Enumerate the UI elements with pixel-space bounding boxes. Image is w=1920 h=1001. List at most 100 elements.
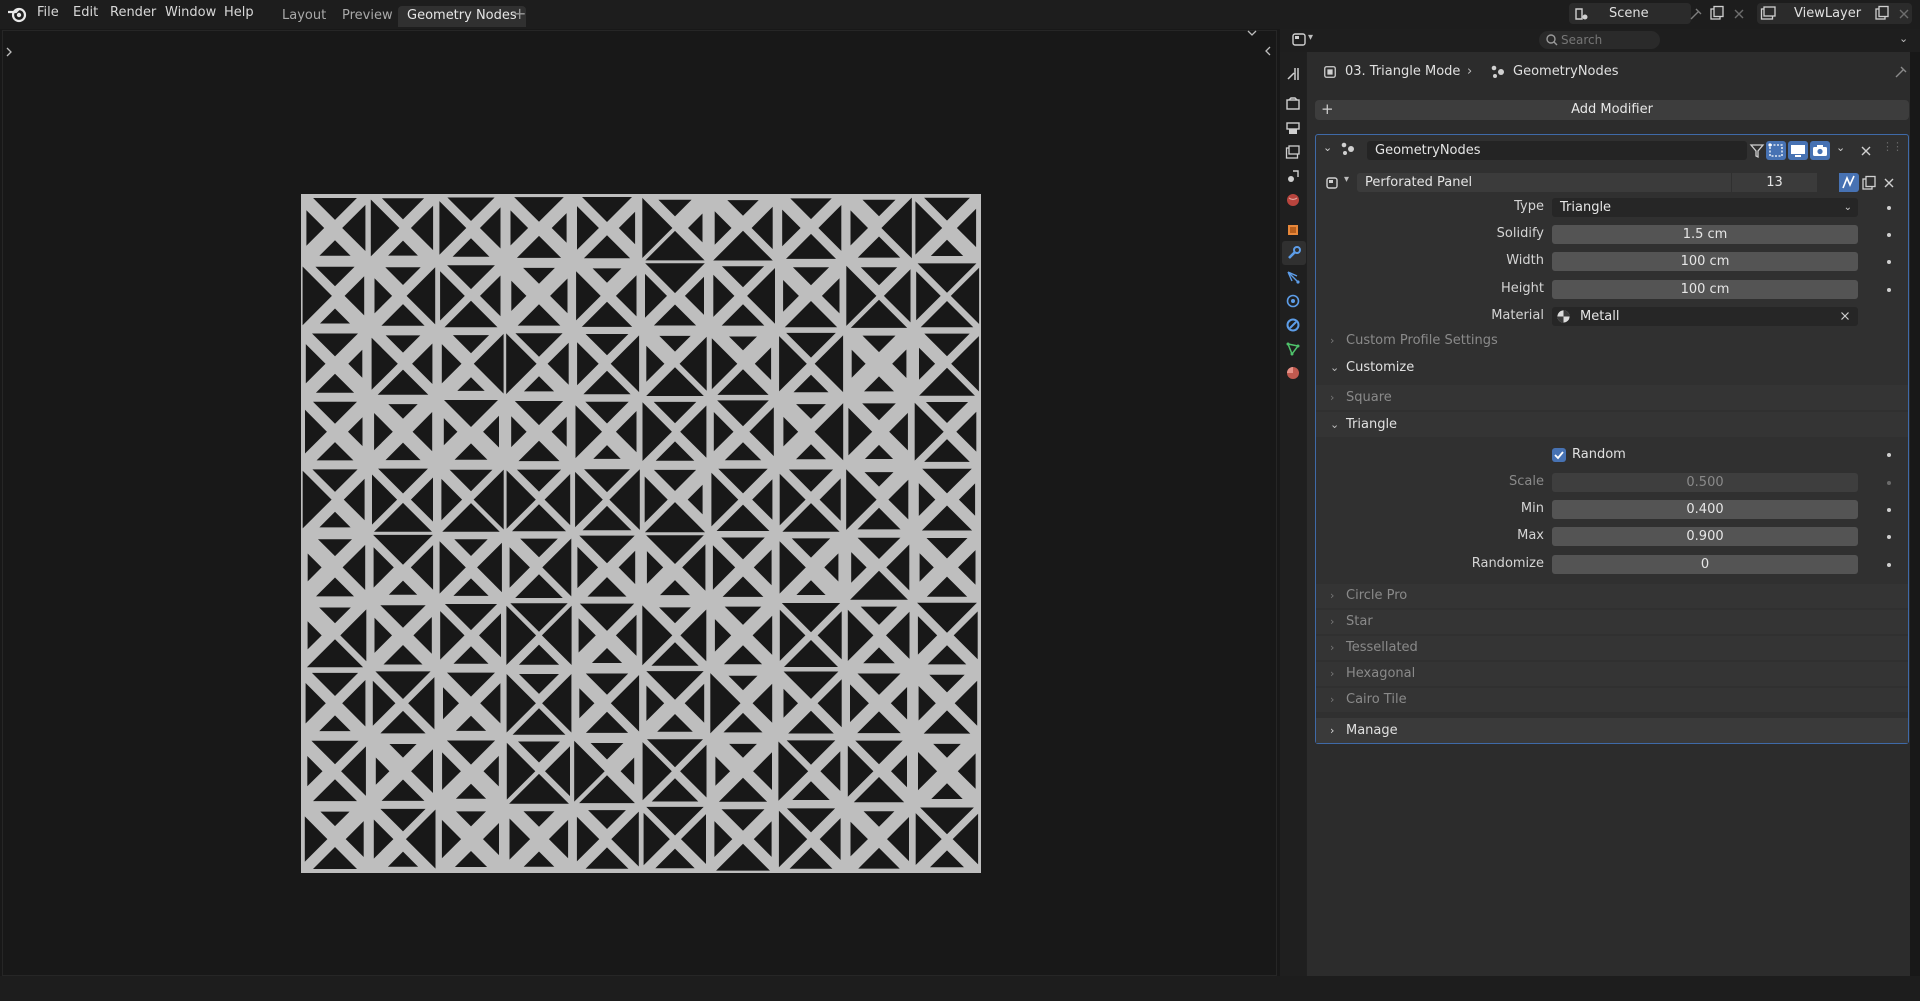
circle-pro-panel[interactable]: › Circle Pro [1316,584,1908,608]
editor-type-dropdown-icon[interactable]: ▾ [1308,32,1313,43]
remove-modifier-icon[interactable] [1858,143,1874,159]
drag-handle-icon[interactable]: ⋮⋮ [1882,140,1903,153]
scale-field[interactable]: 0.500 [1552,473,1858,492]
add-workspace-button[interactable]: + [513,4,526,23]
pin-icon[interactable] [1688,6,1704,22]
material-field[interactable]: Metall [1552,307,1858,326]
modifier-menu-dropdown-icon[interactable]: ⌄ [1836,141,1845,154]
modifier-tab-active[interactable] [1282,241,1306,265]
pin-icon[interactable] [1893,64,1909,80]
height-field[interactable]: 100 cm [1552,280,1858,299]
output-tab-icon[interactable] [1285,120,1301,136]
width-keyframe-dot[interactable] [1887,260,1891,264]
triangle-hole [715,756,731,786]
new-view-layer-icon[interactable] [1874,5,1890,21]
custom-profile-settings-panel[interactable]: › Custom Profile Settings [1316,328,1908,353]
min-keyframe-dot[interactable] [1887,508,1891,512]
solidify-field[interactable]: 1.5 cm [1552,225,1858,244]
view-layer-tab-icon[interactable] [1285,144,1301,160]
new-scene-icon[interactable] [1709,5,1725,21]
collapse-modifier-icon[interactable]: ⌄ [1323,141,1332,154]
max-keyframe-dot[interactable] [1887,535,1891,539]
physics-tab-icon[interactable] [1285,293,1301,309]
min-field[interactable]: 0.400 [1552,500,1858,519]
star-panel[interactable]: › Star [1316,610,1908,634]
tool-tab-icon[interactable] [1285,66,1301,82]
modifier-name-field[interactable]: GeometryNodes [1367,141,1747,160]
menu-render[interactable]: Render [110,5,156,20]
triangle-hole [646,551,664,584]
triangle-hole [550,278,568,314]
node-tree-icon[interactable] [1326,175,1342,191]
random-checkbox[interactable] [1552,448,1566,462]
customize-panel[interactable]: ⌄ Customize [1316,355,1908,380]
randomize-keyframe-dot[interactable] [1887,563,1891,567]
random-label[interactable]: Random [1572,447,1626,462]
node-group-name-field[interactable]: Perforated Panel [1357,173,1731,192]
triangle-hole [851,349,866,378]
menu-help[interactable]: Help [224,5,254,20]
triangle-hole [864,376,894,392]
solidify-keyframe-dot[interactable] [1887,233,1891,237]
object-tab-icon[interactable] [1285,222,1301,238]
randomize-field[interactable]: 0 [1552,555,1858,574]
type-keyframe-dot[interactable] [1887,206,1891,210]
node-group-browse-icon[interactable]: ▾ [1344,174,1349,185]
filter-icon[interactable] [1749,143,1765,159]
header-options-icon[interactable]: ⌄ [1899,32,1908,45]
editor-type-icon[interactable] [1292,32,1308,48]
menu-edit[interactable]: Edit [73,5,98,20]
toolbar-expand-icon[interactable] [2,44,18,60]
triangle-hole [305,683,326,724]
edit-mode-toggle[interactable] [1766,141,1786,160]
particles-tab-icon[interactable] [1285,269,1301,285]
hexagonal-label: Hexagonal [1346,666,1416,681]
max-field[interactable]: 0.900 [1552,527,1858,546]
sidebar-expand-icon[interactable] [1260,43,1276,59]
viewport-toggle[interactable] [1788,141,1808,160]
type-dropdown[interactable]: Triangle ⌄ [1552,198,1858,217]
triangle-hole [820,751,841,791]
hexagonal-panel[interactable]: › Hexagonal [1316,662,1908,686]
menu-file[interactable]: File [37,5,59,20]
header-collapse-icon[interactable] [1244,25,1260,41]
manage-panel[interactable]: › Manage [1316,718,1908,743]
triangle-hole [447,672,495,697]
triangle-hole [862,335,896,353]
properties-search-input[interactable]: Search [1539,31,1660,49]
triangle-hole [388,404,418,419]
delete-scene-icon[interactable] [1731,6,1747,22]
unlink-icon[interactable] [1881,175,1897,191]
render-toggle[interactable] [1810,141,1830,160]
tab-layout[interactable]: Layout [273,6,335,27]
data-tab-icon[interactable] [1285,341,1301,357]
add-modifier-button[interactable]: + Add Modifier [1315,100,1909,120]
scene-name[interactable]: Scene [1609,6,1649,21]
tab-geometry-nodes[interactable]: Geometry Nodes [398,6,526,27]
render-tab-icon[interactable] [1285,96,1301,112]
node-group-users-count[interactable]: 13 [1732,173,1817,192]
clear-material-icon[interactable] [1838,309,1852,323]
tessellated-panel[interactable]: › Tessellated [1316,636,1908,660]
random-keyframe-dot[interactable] [1887,453,1891,457]
tab-preview[interactable]: Preview [333,6,402,27]
constraints-tab-icon[interactable] [1285,317,1301,333]
cairo-tile-panel[interactable]: › Cairo Tile [1316,688,1908,712]
fake-user-toggle[interactable] [1839,173,1859,192]
square-panel[interactable]: › Square [1316,385,1908,410]
scale-keyframe-dot[interactable] [1887,481,1891,485]
delete-view-layer-icon[interactable] [1896,6,1912,22]
height-keyframe-dot[interactable] [1887,288,1891,292]
blender-logo-icon[interactable] [7,5,29,23]
triangle-hole [413,617,432,654]
duplicate-icon[interactable] [1861,175,1877,191]
triangle-hole [509,547,530,588]
material-tab-icon[interactable] [1285,365,1301,381]
menu-window[interactable]: Window [165,5,216,20]
view-layer-name[interactable]: ViewLayer [1794,6,1861,21]
triangle-panel[interactable]: ⌄ Triangle [1316,412,1908,437]
width-field[interactable]: 100 cm [1552,252,1858,271]
world-tab-icon[interactable] [1285,192,1301,208]
3d-viewport[interactable] [2,30,1277,976]
scene-tab-icon[interactable] [1285,168,1301,184]
